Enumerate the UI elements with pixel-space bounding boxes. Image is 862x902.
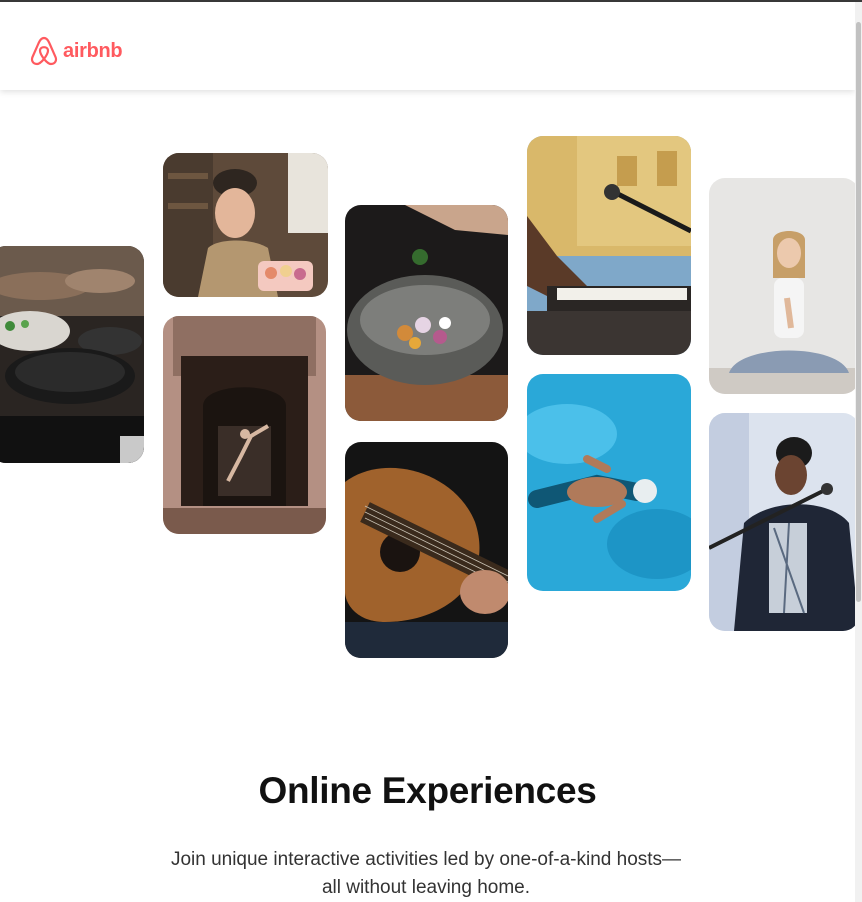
page-title: Online Experiences [258, 770, 597, 811]
yoga-meditation-photo[interactable] [709, 178, 859, 394]
page-scrollbar[interactable] [855, 2, 862, 902]
site-header: airbnb [0, 2, 855, 90]
cooking-class-photo[interactable] [0, 246, 144, 463]
page-subtitle: Join unique interactive activities led b… [170, 849, 682, 898]
airbnb-logo-icon [30, 36, 58, 66]
piano-and-microphone-photo[interactable] [527, 136, 691, 355]
swimmer-photo[interactable] [527, 374, 691, 591]
food-bowl-photo[interactable] [345, 205, 508, 421]
guitar-player-photo[interactable] [345, 442, 508, 658]
airbnb-logo[interactable]: airbnb [30, 36, 123, 66]
dancer-in-doorway-photo[interactable] [163, 316, 326, 534]
brand-name: airbnb [63, 39, 123, 62]
baker-with-pastries-photo[interactable] [163, 153, 328, 297]
singer-at-microphone-photo[interactable] [709, 413, 859, 631]
scrollbar-thumb[interactable] [856, 22, 861, 602]
